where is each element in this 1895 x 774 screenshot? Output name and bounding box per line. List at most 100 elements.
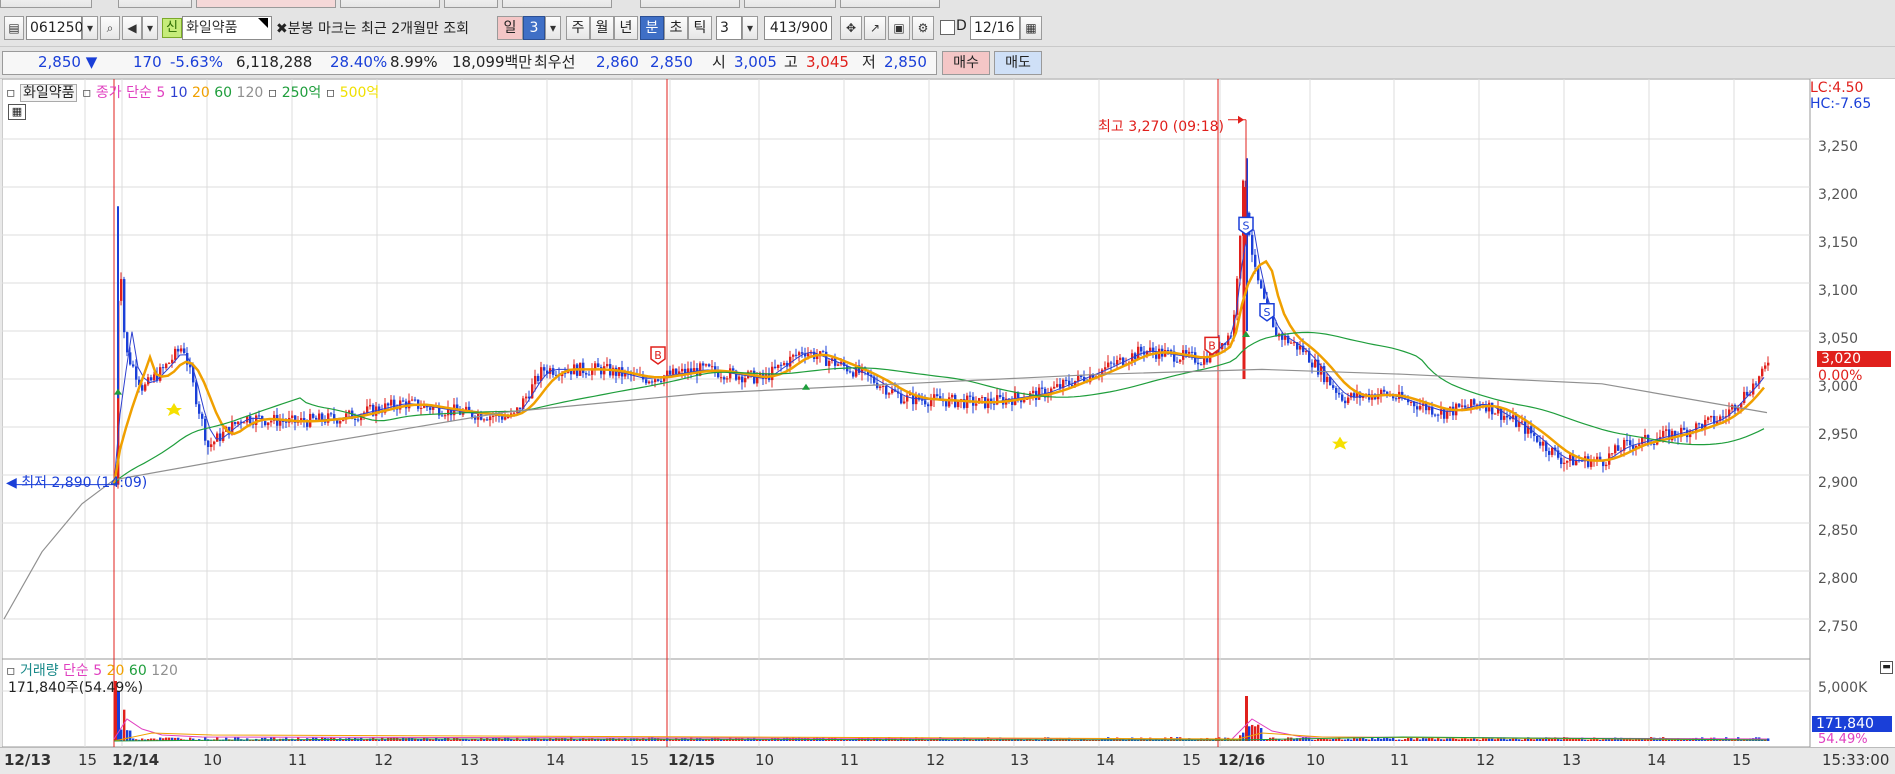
hidden-button[interactable] — [744, 0, 836, 8]
candle-body — [414, 399, 417, 401]
candle-body — [681, 368, 684, 372]
volume-bar — [1425, 738, 1428, 741]
buy-button[interactable]: 매수 — [942, 51, 990, 75]
candle-body — [291, 415, 294, 418]
candle-body — [726, 378, 729, 380]
volume-bar — [1332, 738, 1335, 741]
date-field[interactable]: 12/16 — [970, 16, 1020, 40]
candle-body — [924, 400, 927, 405]
candle-body — [153, 374, 156, 381]
hidden-button[interactable] — [640, 0, 740, 8]
candle-body — [1179, 359, 1182, 362]
chevron-down-icon[interactable]: ▾ — [142, 16, 158, 40]
volume-bar — [1680, 739, 1683, 741]
chevron-down-icon[interactable]: ▾ — [82, 16, 98, 40]
candle-body — [219, 433, 222, 441]
candle-body — [1053, 386, 1056, 389]
volume-bar — [1491, 738, 1494, 741]
volume-bar — [1467, 739, 1470, 741]
candle-body — [369, 404, 372, 407]
volume-bar — [744, 739, 747, 741]
volume-bar — [843, 739, 846, 741]
time-display: 15:33:00 — [1822, 751, 1890, 769]
date-checkbox[interactable] — [940, 20, 955, 35]
period-day-button[interactable]: 일 — [497, 16, 523, 40]
period-minute-button[interactable]: 분 — [640, 16, 664, 40]
volume-bar — [1530, 738, 1533, 741]
candle-body — [807, 353, 810, 357]
candle-body — [780, 364, 783, 366]
candle-body — [1305, 351, 1308, 353]
candle-body — [1653, 443, 1656, 445]
candle-body — [1542, 441, 1545, 446]
grid-icon[interactable]: ▦ — [8, 104, 26, 120]
hidden-button[interactable] — [0, 0, 92, 8]
sell-button[interactable]: 매도 — [994, 51, 1042, 75]
volume-bar — [297, 737, 300, 741]
x-axis-label: 12 — [374, 751, 394, 769]
period-week-button[interactable]: 주 — [566, 16, 590, 40]
volume-bar — [1374, 739, 1377, 741]
legend-ma10: 10 — [169, 85, 188, 101]
hidden-button[interactable] — [444, 0, 498, 8]
y-axis-label: 2,750 — [1818, 619, 1859, 635]
volume-bar — [621, 739, 624, 741]
candle-body — [837, 364, 840, 366]
y-axis-label: 2,900 — [1818, 475, 1859, 491]
candle-body — [879, 386, 882, 388]
panel-close-icon[interactable]: ▬ — [1880, 661, 1893, 674]
gear-icon[interactable]: ⚙ — [912, 16, 934, 40]
period-second-button[interactable]: 초 — [664, 16, 688, 40]
candle-body — [582, 362, 585, 374]
chart-type-icon[interactable]: ▤ — [4, 16, 24, 40]
low-annotation: ◀ 최저 2,890 (14:09) — [6, 475, 148, 491]
period-month-button[interactable]: 월 — [590, 16, 614, 40]
legend-name[interactable]: 화일약품 — [19, 84, 78, 102]
hidden-button[interactable] — [340, 0, 440, 8]
quote-bar: 2,850 ▼ 170 -5.63% 6,118,288 28.40% 8.99… — [0, 47, 1895, 79]
x-axis-label: 11 — [288, 751, 308, 769]
hidden-button[interactable] — [196, 0, 336, 8]
search-icon[interactable]: ⌕ — [100, 16, 120, 40]
count-field[interactable]: 413/900 — [764, 16, 832, 40]
price-chart-svg[interactable]: B B S S — [2, 79, 1895, 773]
sell-signal-marker-label: S — [1243, 219, 1250, 232]
speaker-icon[interactable]: ◀ — [122, 16, 142, 40]
candle-body — [1113, 363, 1116, 365]
chevron-down-icon[interactable]: ▾ — [545, 16, 561, 40]
new-badge: 신 — [162, 18, 182, 38]
pct-tag: 0.00% — [1818, 368, 1863, 384]
period-num-field[interactable]: 3 — [523, 16, 545, 40]
x-axis-label: 10 — [755, 751, 775, 769]
volume-bar — [1440, 739, 1443, 741]
volume-bar — [1632, 739, 1635, 741]
crosshair-icon[interactable]: ✥ — [840, 16, 862, 40]
candle-body — [213, 441, 216, 445]
period-tick-button[interactable]: 틱 — [688, 16, 712, 40]
hidden-button[interactable] — [502, 0, 612, 8]
volume-bar — [1245, 696, 1248, 741]
volume-bar — [1257, 724, 1260, 741]
x-axis-label: 12/16 — [1218, 751, 1266, 769]
candle-body — [201, 413, 204, 419]
chevron-down-icon[interactable]: ▾ — [742, 16, 758, 40]
tick-num-field[interactable]: 3 — [716, 16, 742, 40]
volume-bar — [1377, 737, 1380, 741]
volume-bar — [519, 739, 522, 741]
calendar-icon[interactable]: ▦ — [1020, 16, 1042, 40]
candle-body — [885, 386, 888, 395]
volume-bar — [1281, 739, 1284, 741]
candle-body — [1251, 234, 1254, 255]
hidden-button[interactable] — [840, 0, 940, 8]
stock-code-input[interactable]: 061250 — [26, 16, 83, 40]
trend-line-icon[interactable]: ↗ — [864, 16, 886, 40]
period-year-button[interactable]: 년 — [614, 16, 638, 40]
save-icon[interactable]: ▣ — [888, 16, 910, 40]
candle-body — [672, 368, 675, 375]
candle-body — [1104, 367, 1107, 370]
candle-body — [264, 421, 267, 426]
volume-bar — [483, 739, 486, 741]
low-label: 저 — [862, 53, 876, 71]
hidden-button[interactable] — [118, 0, 192, 8]
chart-area[interactable]: B B S S — [2, 79, 1895, 773]
